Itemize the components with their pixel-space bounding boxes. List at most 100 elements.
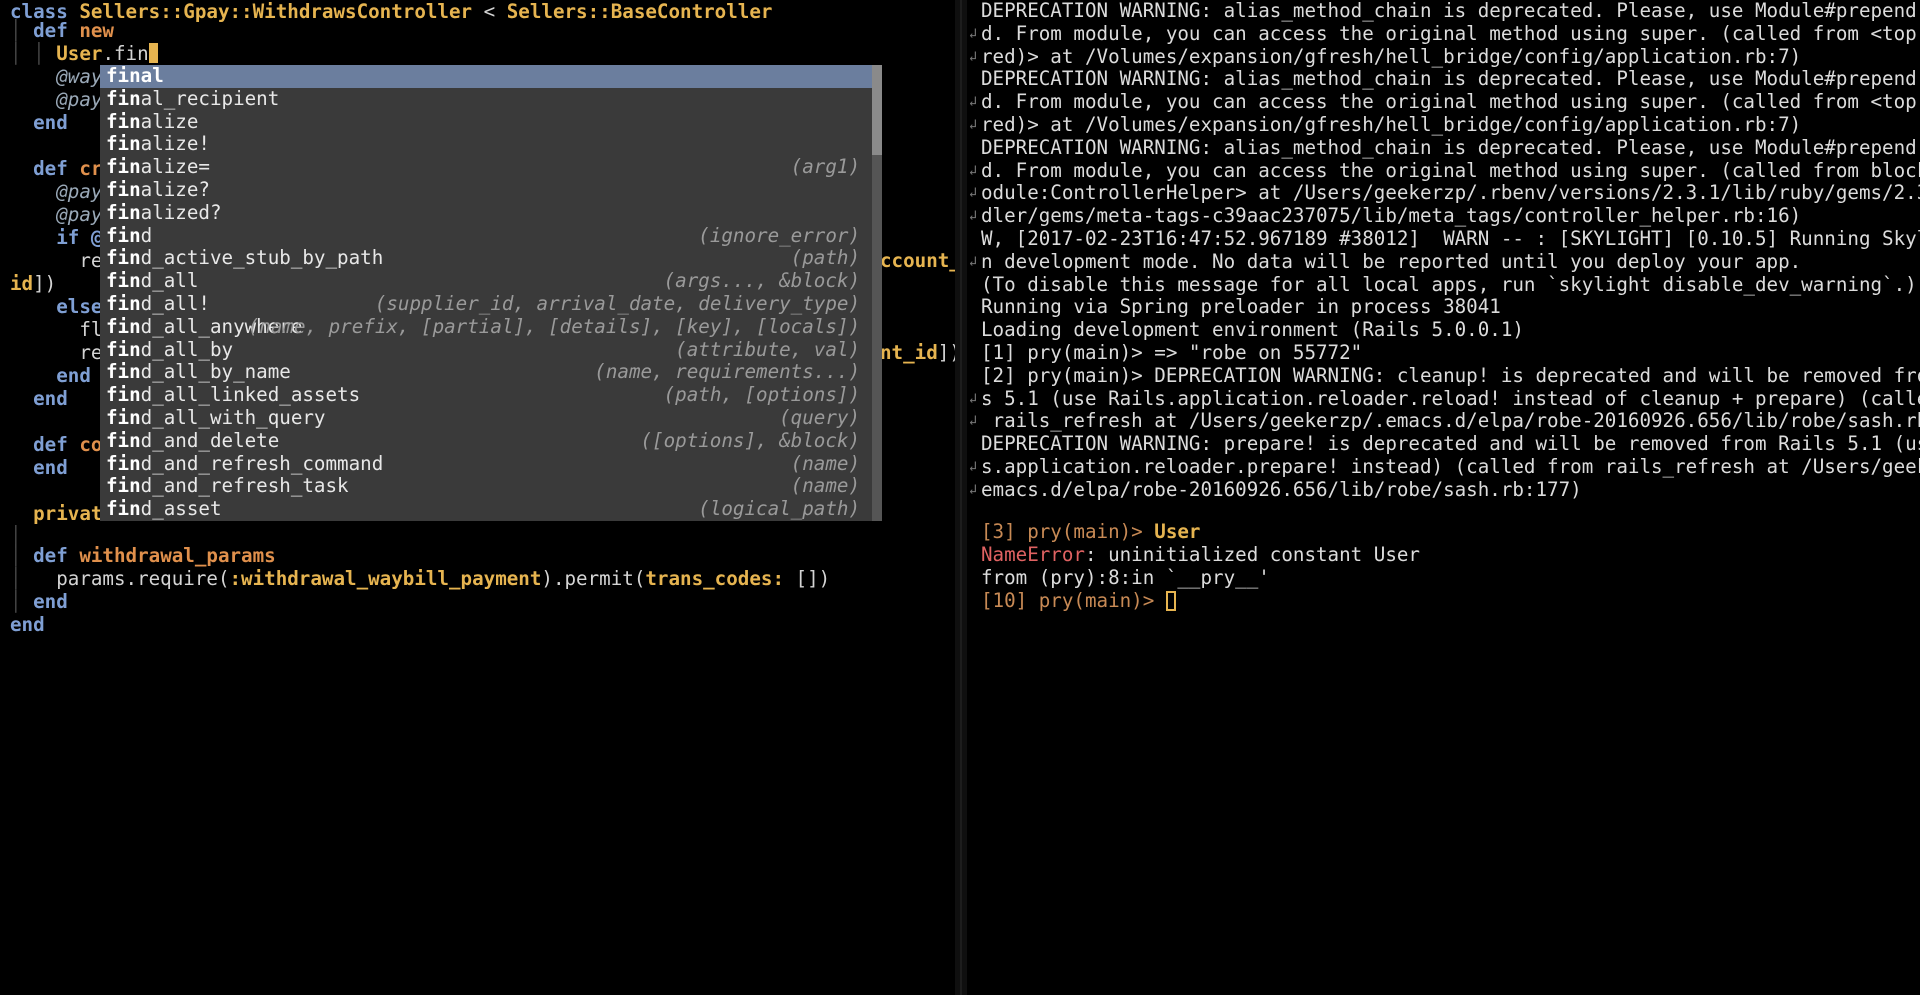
- completion-candidate[interactable]: find_active_stub_by_path (path): [100, 246, 872, 270]
- candidate-signature: (query): [779, 406, 860, 429]
- candidate-name: find_asset: [106, 497, 222, 521]
- pry-prompt: [3] pry(main)>: [981, 520, 1155, 543]
- end-keyword: end: [33, 387, 68, 410]
- line-wrap-icon: ↲: [968, 185, 978, 202]
- popup-scrollbar-thumb[interactable]: [872, 65, 882, 155]
- code-line-1: class Sellers::Gpay::WithdrawsController…: [10, 0, 772, 23]
- code-line-17: end: [10, 364, 91, 387]
- terminal-line: Running via Spring preloader in process …: [981, 295, 1501, 319]
- completion-candidate[interactable]: finalized?: [100, 201, 872, 225]
- code-fragment: if @: [56, 226, 103, 249]
- completion-candidate[interactable]: find_asset (logical_path): [100, 497, 872, 521]
- code-line-12: re: [10, 249, 102, 272]
- pry-input-line-3: [3] pry(main)> User: [981, 520, 1201, 544]
- completion-candidate[interactable]: find_all_anywhere (name, prefix, [partial…: [100, 314, 872, 339]
- candidate-name: find: [106, 223, 153, 247]
- typed-receiver: User: [56, 42, 103, 65]
- backtrace-line: from (pry):8:in `__pry__': [981, 566, 1270, 590]
- code-fragment: id: [10, 272, 34, 295]
- code-fragment: params.require(: [56, 567, 230, 590]
- candidate-name: find_and_refresh_command: [106, 451, 384, 475]
- completion-candidate[interactable]: find_and_refresh_task (name): [100, 474, 872, 498]
- line-wrap-icon: ↲: [968, 459, 978, 475]
- completion-candidate[interactable]: find_all_linked_assets (path, [options]): [100, 383, 872, 407]
- completion-candidate[interactable]: find_all_by_name (name, requirements...): [100, 360, 872, 384]
- terminal-line: DEPRECATION WARNING: alias_method_chain …: [981, 135, 1920, 159]
- completion-candidate[interactable]: finalize= (arg1): [100, 155, 872, 179]
- line-wrap-icon: ↲: [968, 390, 978, 407]
- code-line-16-tail: nt_id]): [880, 341, 955, 364]
- candidate-name: finalize=: [106, 155, 210, 179]
- completion-candidate[interactable]: find_and_refresh_command (name): [100, 451, 872, 476]
- completion-candidate[interactable]: final_recipient: [100, 87, 872, 111]
- terminal-line: [1] pry(main)> => "robe on 55772": [981, 341, 1363, 364]
- code-fragment: []): [784, 567, 831, 590]
- completion-candidate[interactable]: finalize?: [100, 178, 872, 202]
- completion-candidate[interactable]: find_all! (supplier_id, arrival_date, del…: [100, 292, 872, 316]
- inherit-op: <: [472, 0, 507, 23]
- completion-candidate[interactable]: find_all_by (attribute, val): [100, 337, 872, 362]
- terminal-line: red)> at /Volumes/expansion/gfresh/hell_…: [981, 44, 1802, 68]
- completion-candidate[interactable]: find_all_with_query (query): [100, 406, 872, 430]
- candidate-name: find_all_linked_assets: [106, 383, 361, 407]
- typed-text: .fin: [102, 42, 149, 65]
- line-wrap-icon: ↲: [968, 25, 978, 42]
- popup-scrollbar[interactable]: [872, 65, 882, 521]
- pane-divider[interactable]: [955, 0, 967, 995]
- candidate-name: find_all_by: [106, 337, 234, 361]
- candidate-name: find_and_delete: [106, 428, 280, 452]
- backtrace-text: from (pry):8:in `__pry__': [981, 566, 1270, 589]
- code-line-13: id]): [10, 272, 56, 295]
- code-fragment: @pay: [56, 88, 103, 111]
- candidate-name: final: [106, 65, 164, 87]
- candidate-signature: (name): [790, 474, 860, 498]
- terminal-line: emacs.d/elpa/robe-20160926.656/lib/robe/…: [981, 477, 1582, 501]
- candidate-signature: (name, prefix, [partial], [details], [ke…: [247, 314, 860, 338]
- code-line-20: def co: [10, 433, 102, 456]
- terminal-line: s.application.reloader.prepare! instead)…: [981, 455, 1920, 478]
- autocomplete-popup[interactable]: final final_recipient finalize finalize! fin…: [100, 65, 882, 521]
- terminal-line: n development mode. No data will be repo…: [981, 249, 1802, 273]
- completion-candidate[interactable]: finalize!: [100, 132, 872, 156]
- method-name-withdrawal-params: withdrawal_params: [79, 544, 276, 567]
- terminal-line: Loading development environment (Rails 5…: [981, 318, 1524, 342]
- candidate-name: find_all_by_name: [106, 360, 291, 384]
- code-line-12-tail: ccount_: [880, 249, 955, 272]
- class-name: Sellers::Gpay::WithdrawsController: [79, 0, 473, 23]
- line-wrap-icon: ↲: [968, 253, 978, 270]
- pry-input: User: [1154, 520, 1201, 543]
- terminal-line: red)> at /Volumes/expansion/gfresh/hell_…: [981, 113, 1802, 136]
- completion-candidate[interactable]: finalize: [100, 109, 872, 134]
- code-editor-pane[interactable]: class Sellers::Gpay::WithdrawsController…: [0, 0, 955, 995]
- terminal-line: odule:ControllerHelper> at /Users/geeker…: [981, 181, 1920, 205]
- pry-input-line-10[interactable]: [10] pry(main)>: [981, 589, 1176, 613]
- code-fragment: nt_id: [880, 341, 938, 364]
- terminal-line: DEPRECATION WARNING: alias_method_chain …: [981, 67, 1920, 91]
- code-line-8: def cr: [10, 157, 102, 180]
- code-fragment: fl: [79, 318, 103, 341]
- completion-candidate[interactable]: find_and_delete ([options], &block): [100, 428, 872, 453]
- candidate-name: find_all: [106, 269, 199, 293]
- candidate-signature: (args..., &block): [663, 269, 860, 293]
- code-line-10: @pay: [10, 203, 102, 226]
- candidate-signature: (name): [790, 451, 860, 475]
- completion-candidate[interactable]: find_all (args..., &block): [100, 269, 872, 293]
- candidate-name: find_all_with_query: [106, 406, 326, 429]
- candidate-signature: (ignore_error): [698, 223, 860, 247]
- end-keyword: end: [33, 456, 68, 479]
- code-fragment: @pay: [56, 180, 103, 203]
- completion-candidate[interactable]: final: [100, 65, 872, 88]
- code-line-9: @pay: [10, 180, 102, 203]
- candidate-name: finalize: [106, 109, 199, 133]
- code-line-28: end: [10, 613, 45, 636]
- line-wrap-icon: ↲: [968, 48, 978, 65]
- line-wrap-icon: ↲: [968, 117, 978, 133]
- line-wrap-icon: ↲: [968, 94, 978, 111]
- code-fragment: co: [79, 433, 103, 456]
- code-fragment: re: [79, 341, 103, 364]
- terminal-pane[interactable]: DEPRECATION WARNING: alias_method_chain …: [967, 0, 1920, 995]
- candidate-signature: (supplier_id, arrival_date, delivery_typ…: [374, 292, 860, 315]
- code-fragment: @pay: [56, 203, 103, 226]
- completion-candidate[interactable]: find (ignore_error): [100, 223, 872, 248]
- hash-key: trans_codes:: [645, 567, 784, 590]
